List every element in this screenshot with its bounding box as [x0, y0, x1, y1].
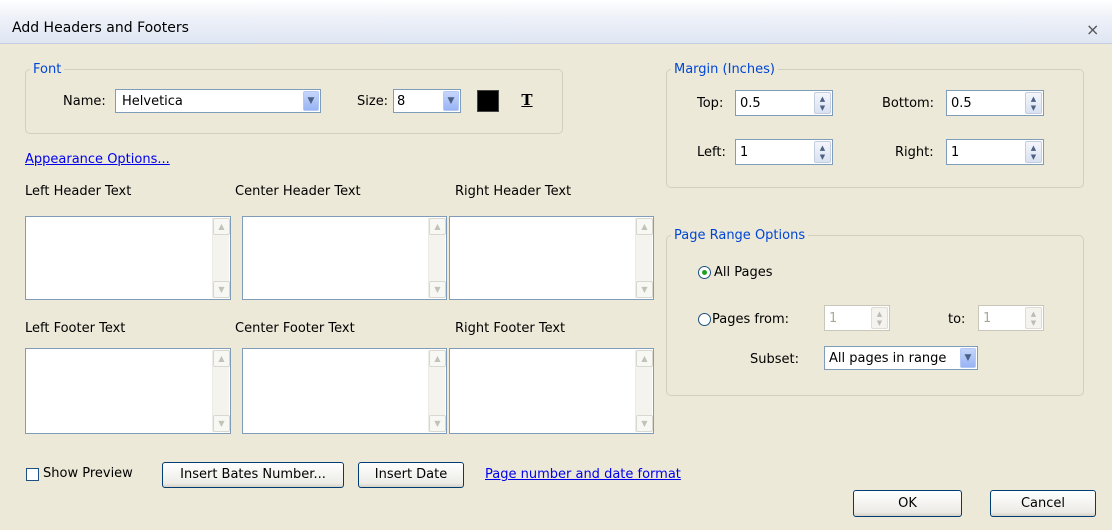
- spin-arrows-icon[interactable]: ▲ ▼: [871, 307, 888, 329]
- margin-top-stepper[interactable]: 0.5 ▲ ▼: [735, 90, 833, 116]
- show-preview-checkbox[interactable]: [26, 468, 39, 481]
- pages-from-label[interactable]: Pages from:: [712, 312, 789, 327]
- margin-top-value: 0.5: [740, 96, 761, 111]
- all-pages-label[interactable]: All Pages: [714, 265, 773, 280]
- left-footer-label: Left Footer Text: [25, 321, 126, 336]
- center-header-textarea[interactable]: ▲ ▼: [242, 216, 447, 300]
- center-footer-textarea[interactable]: ▲ ▼: [242, 348, 447, 434]
- pages-to-stepper[interactable]: 1 ▲ ▼: [978, 305, 1044, 331]
- left-footer-textarea[interactable]: ▲ ▼: [25, 348, 231, 434]
- font-name-label: Name:: [63, 94, 106, 109]
- right-header-textarea[interactable]: ▲ ▼: [449, 216, 654, 300]
- spin-arrows-icon[interactable]: ▲ ▼: [814, 141, 831, 163]
- right-footer-textarea[interactable]: ▲ ▼: [449, 348, 654, 434]
- scroll-up-icon[interactable]: ▲: [429, 218, 446, 235]
- spin-arrows-icon[interactable]: ▲ ▼: [1025, 307, 1042, 329]
- font-size-label: Size:: [357, 94, 389, 109]
- spin-arrows-icon[interactable]: ▲ ▼: [1025, 92, 1042, 114]
- font-color-swatch[interactable]: [477, 90, 499, 112]
- margin-top-label: Top:: [697, 96, 724, 111]
- subset-label: Subset:: [750, 352, 799, 367]
- scrollbar[interactable]: ▲ ▼: [635, 218, 653, 298]
- font-name-value: Helvetica: [122, 94, 183, 109]
- scroll-down-icon[interactable]: ▼: [213, 415, 230, 432]
- pages-from-value: 1: [829, 311, 838, 326]
- margin-left-stepper[interactable]: 1 ▲ ▼: [735, 139, 833, 165]
- page-range-group-label: Page Range Options: [674, 228, 806, 243]
- margin-right-value: 1: [951, 145, 960, 160]
- font-group-label: Font: [33, 62, 62, 77]
- page-number-date-format-link[interactable]: Page number and date format: [485, 467, 681, 482]
- spin-arrows-icon[interactable]: ▲ ▼: [1025, 141, 1042, 163]
- right-header-label: Right Header Text: [455, 184, 572, 199]
- margin-right-stepper[interactable]: 1 ▲ ▼: [946, 139, 1044, 165]
- subset-select[interactable]: All pages in range ▼: [824, 346, 978, 370]
- spin-arrows-icon[interactable]: ▲ ▼: [814, 92, 831, 114]
- ok-button[interactable]: OK: [853, 490, 962, 517]
- scrollbar[interactable]: ▲ ▼: [212, 218, 230, 298]
- margin-group-label: Margin (Inches): [674, 62, 775, 77]
- appearance-options-link[interactable]: Appearance Options...: [25, 152, 170, 167]
- window-title: Add Headers and Footers: [12, 20, 189, 36]
- pages-to-label: to:: [948, 312, 966, 327]
- scrollbar[interactable]: ▲ ▼: [428, 350, 446, 432]
- insert-bates-number-button[interactable]: Insert Bates Number...: [162, 462, 344, 488]
- scroll-down-icon[interactable]: ▼: [636, 415, 653, 432]
- margin-bottom-label: Bottom:: [882, 96, 935, 111]
- scroll-up-icon[interactable]: ▲: [636, 350, 653, 367]
- chevron-down-icon[interactable]: ▼: [443, 91, 459, 111]
- scroll-down-icon[interactable]: ▼: [429, 415, 446, 432]
- left-header-label: Left Header Text: [25, 184, 132, 199]
- font-name-select[interactable]: Helvetica ▼: [115, 89, 321, 113]
- pages-to-value: 1: [983, 311, 992, 326]
- scroll-up-icon[interactable]: ▲: [636, 218, 653, 235]
- chevron-down-icon[interactable]: ▼: [960, 348, 976, 368]
- show-preview-label[interactable]: Show Preview: [43, 466, 133, 481]
- scrollbar[interactable]: ▲ ▼: [428, 218, 446, 298]
- margin-bottom-value: 0.5: [951, 96, 972, 111]
- margin-bottom-stepper[interactable]: 0.5 ▲ ▼: [946, 90, 1044, 116]
- text-format-icon[interactable]: T: [516, 90, 538, 112]
- pages-from-radio[interactable]: [698, 313, 711, 326]
- pages-from-stepper[interactable]: 1 ▲ ▼: [824, 305, 890, 331]
- scrollbar[interactable]: ▲ ▼: [635, 350, 653, 432]
- scrollbar[interactable]: ▲ ▼: [212, 350, 230, 432]
- cancel-button[interactable]: Cancel: [990, 490, 1096, 517]
- margin-left-label: Left:: [697, 145, 726, 160]
- right-footer-label: Right Footer Text: [455, 321, 566, 336]
- scroll-down-icon[interactable]: ▼: [429, 281, 446, 298]
- center-footer-label: Center Footer Text: [235, 321, 355, 336]
- scroll-up-icon[interactable]: ▲: [429, 350, 446, 367]
- subset-value: All pages in range: [829, 351, 947, 366]
- margin-left-value: 1: [740, 145, 749, 160]
- margin-right-label: Right:: [895, 145, 934, 160]
- left-header-textarea[interactable]: ▲ ▼: [25, 216, 231, 300]
- font-size-value: 8: [397, 94, 406, 109]
- chevron-down-icon[interactable]: ▼: [303, 91, 319, 111]
- font-size-select[interactable]: 8 ▼: [393, 89, 461, 113]
- scroll-up-icon[interactable]: ▲: [213, 350, 230, 367]
- scroll-down-icon[interactable]: ▼: [636, 281, 653, 298]
- insert-date-button[interactable]: Insert Date: [358, 462, 464, 488]
- close-icon[interactable]: ×: [1086, 20, 1099, 39]
- radio-selected-dot: [702, 270, 707, 275]
- scroll-down-icon[interactable]: ▼: [213, 281, 230, 298]
- all-pages-radio[interactable]: [698, 266, 711, 279]
- center-header-label: Center Header Text: [235, 184, 361, 199]
- scroll-up-icon[interactable]: ▲: [213, 218, 230, 235]
- margin-group: Margin (Inches): [666, 62, 1084, 188]
